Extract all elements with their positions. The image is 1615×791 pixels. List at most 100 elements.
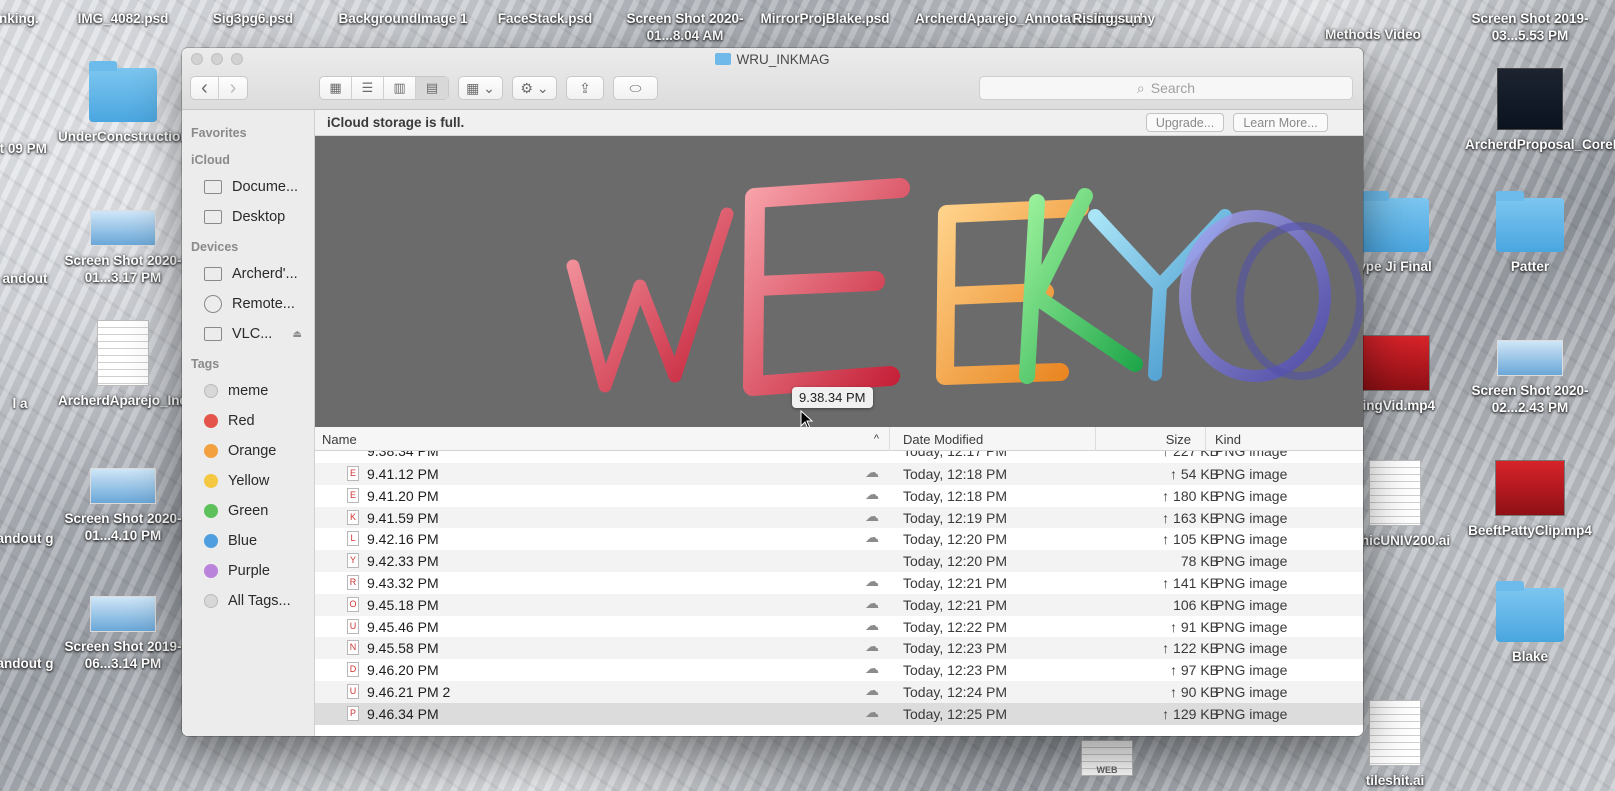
table-row[interactable]: N 9.45.58 PM ☁ Today, 12:23 PM ↑ 122 KB PNG i… bbox=[315, 637, 1363, 660]
group-by-button[interactable]: ▦ ⌄ bbox=[458, 76, 503, 100]
table-row[interactable]: E 9.41.20 PM ☁ Today, 12:18 PM ↑ 180 KB PNG i… bbox=[315, 485, 1363, 507]
date-modified-column-header[interactable]: Date Modified bbox=[896, 427, 1096, 451]
sidebar-item-computer[interactable]: Archerd'... bbox=[182, 259, 314, 289]
list-view-button[interactable]: ☰ bbox=[352, 77, 384, 99]
icloud-upload-icon: ☁ bbox=[865, 594, 879, 611]
file-kind: PNG image bbox=[1215, 662, 1288, 679]
edit-tags-button[interactable]: ⬭ bbox=[613, 76, 658, 100]
file-size: ↑ 163 KB bbox=[1162, 509, 1219, 526]
desktop-item[interactable]: IMG_4082.psd bbox=[58, 10, 188, 27]
desktop-item[interactable]: UnderConcstruction bbox=[58, 61, 189, 145]
sidebar-item-documents[interactable]: Docume... bbox=[182, 172, 314, 202]
file-kind: PNG image bbox=[1215, 509, 1288, 526]
table-row[interactable]: R 9.43.32 PM ☁ Today, 12:21 PM ↑ 141 KB PNG i… bbox=[315, 572, 1363, 594]
size-column-header[interactable]: Size bbox=[1096, 427, 1206, 451]
file-kind: PNG image bbox=[1215, 705, 1288, 722]
file-date: Today, 12:23 PM bbox=[903, 640, 1008, 657]
filename-tooltip: 9.38.34 PM bbox=[792, 387, 873, 408]
sidebar-tag-item[interactable]: All Tags... bbox=[182, 586, 314, 616]
file-name: 9.46.20 PM bbox=[367, 662, 439, 679]
file-size: ↑ 180 KB bbox=[1162, 487, 1219, 504]
file-thumbnail-icon: U bbox=[347, 683, 359, 699]
desktop-item[interactable]: BeeftPattyClip.mp4 bbox=[1465, 460, 1595, 539]
sidebar-tag-item[interactable]: Yellow bbox=[182, 466, 314, 496]
search-field[interactable]: ⌕ Search bbox=[979, 76, 1353, 100]
desktop-item[interactable]: ArcherdProposal_CoreIV.pdf bbox=[1465, 68, 1615, 153]
sidebar-item-desktop[interactable]: Desktop bbox=[182, 202, 314, 232]
table-row[interactable]: L 9.42.16 PM ☁ Today, 12:20 PM ↑ 105 KB PNG i… bbox=[315, 528, 1363, 550]
icon-view-button[interactable]: ▦ bbox=[320, 77, 352, 99]
eject-icon[interactable]: ⏏ bbox=[293, 329, 302, 340]
desktop-item[interactable]: Sig3pg6.psd bbox=[188, 10, 318, 27]
table-row[interactable]: K 9.41.59 PM ☁ Today, 12:19 PM ↑ 163 KB PNG i… bbox=[315, 506, 1363, 529]
share-button[interactable]: ⇪ bbox=[566, 76, 604, 100]
file-name: 9.38.34 PM bbox=[367, 451, 439, 459]
desktop-item[interactable]: Patter bbox=[1465, 191, 1595, 275]
back-button[interactable]: ‹ bbox=[191, 76, 220, 100]
desktop-item[interactable]: Rising sun bbox=[1042, 10, 1172, 27]
table-row[interactable]: D 9.46.20 PM ☁ Today, 12:23 PM ↑ 97 KB PNG im… bbox=[315, 659, 1363, 681]
desktop-item[interactable]: BackgroundImage 1 bbox=[338, 10, 468, 27]
sidebar-tag-label: Blue bbox=[228, 533, 258, 549]
disk-icon bbox=[204, 327, 222, 341]
file-name: 9.41.59 PM bbox=[367, 509, 439, 526]
sidebar-item-remote-disc[interactable]: Remote... bbox=[182, 289, 314, 319]
desktop-item[interactable]: ArcherdAparejo_InquiryProposal bbox=[58, 320, 270, 409]
desktop-item[interactable]: FaceStack.psd bbox=[480, 10, 610, 27]
desktop-item[interactable]: MirrorProjBlake.psd bbox=[760, 10, 890, 27]
desktop-item[interactable]: Screen Shot 2020-01...3.17 PM bbox=[58, 210, 188, 286]
table-row[interactable]: U 9.46.21 PM 2 ☁ Today, 12:24 PM ↑ 90 KB PNG … bbox=[315, 680, 1363, 703]
file-size: ↑ 141 KB bbox=[1162, 574, 1219, 591]
sidebar-item-label: Desktop bbox=[232, 209, 286, 225]
table-row[interactable]: E 9.41.12 PM ☁ Today, 12:18 PM ↑ 54 KB PNG im… bbox=[315, 463, 1363, 485]
file-kind: PNG image bbox=[1215, 451, 1288, 459]
name-column-header[interactable]: Name ^ bbox=[315, 427, 890, 451]
sidebar-item-vlc[interactable]: VLC... ⏏ bbox=[182, 319, 314, 349]
sidebar-tag-item[interactable]: Green bbox=[182, 496, 314, 526]
desktop-item[interactable]: Methods Video bbox=[1308, 26, 1438, 43]
search-placeholder: Search bbox=[1150, 80, 1196, 96]
size-column-label: Size bbox=[1165, 431, 1191, 447]
desktop-item-label: andout g bbox=[0, 656, 54, 671]
table-row[interactable]: 9.38.34 PM Today, 12:17 PM ↑ 227 KB PNG … bbox=[315, 451, 1363, 463]
learn-more-button[interactable]: Learn More... bbox=[1233, 113, 1328, 132]
sidebar-tag-item[interactable]: Blue bbox=[182, 526, 314, 556]
file-thumbnail-icon: P bbox=[347, 705, 359, 721]
table-row[interactable]: O 9.45.18 PM ☁ Today, 12:21 PM 106 KB PNG ima… bbox=[315, 593, 1363, 616]
table-row[interactable]: P 9.46.34 PM ☁ Today, 12:25 PM ↑ 129 KB PNG i… bbox=[315, 702, 1363, 725]
file-kind: PNG image bbox=[1215, 596, 1288, 613]
sidebar-tag-item[interactable]: Orange bbox=[182, 436, 314, 466]
desktop-item[interactable]: Screen Shot 2019-03...5.53 PM bbox=[1465, 10, 1595, 44]
desktop-item-label: Sig3pg6.psd bbox=[212, 11, 294, 26]
column-view-button[interactable]: ▥ bbox=[384, 77, 416, 99]
action-gear-button[interactable]: ⚙ ⌄ bbox=[512, 76, 557, 100]
sidebar-tag-item[interactable]: Purple bbox=[182, 556, 314, 586]
forward-button[interactable]: › bbox=[219, 77, 247, 100]
desktop-item-label: ArcherdProposal_CoreIV.pdf bbox=[1465, 137, 1615, 152]
desktop-icon bbox=[204, 210, 222, 224]
desktop-item[interactable]: WEB bbox=[1042, 740, 1172, 782]
gallery-view-button[interactable]: ▤ bbox=[416, 77, 448, 99]
desktop-item[interactable]: ArcherdAparejo_Annotate...liography bbox=[915, 10, 1155, 27]
file-thumbnail-icon: Y bbox=[347, 553, 359, 569]
file-size: ↑ 54 KB bbox=[1169, 466, 1219, 482]
desktop-item[interactable]: Blake bbox=[1465, 581, 1595, 665]
sidebar-item-label: Archerd'... bbox=[232, 266, 298, 282]
letter-k-shape bbox=[1019, 188, 1143, 384]
sidebar-section-devices: Devices bbox=[191, 240, 239, 254]
upgrade-button[interactable]: Upgrade... bbox=[1146, 113, 1224, 132]
table-row[interactable]: Y 9.42.33 PM Today, 12:20 PM 78 KB PNG image bbox=[315, 550, 1363, 572]
file-size: ↑ 129 KB bbox=[1162, 705, 1219, 722]
table-row[interactable]: U 9.45.46 PM ☁ Today, 12:22 PM ↑ 91 KB PNG im… bbox=[315, 616, 1363, 638]
desktop-item-label: IMG_4082.psd bbox=[77, 11, 169, 26]
icloud-upload-icon: ☁ bbox=[865, 485, 879, 502]
file-size: ↑ 97 KB bbox=[1169, 662, 1219, 679]
desktop-item[interactable]: Screen Shot 2020-02...2.43 PM bbox=[1465, 340, 1595, 416]
sidebar-tag-item[interactable]: meme bbox=[182, 376, 314, 406]
desktop-item[interactable]: Screen Shot 2019-06...3.14 PM bbox=[58, 596, 188, 672]
desktop-item[interactable]: Screen Shot 2020-01...4.10 PM bbox=[58, 468, 188, 544]
sidebar-tag-item[interactable]: Red bbox=[182, 406, 314, 436]
file-date: Today, 12:17 PM bbox=[903, 451, 1008, 459]
desktop-item[interactable]: Screen Shot 2020-01...8.04 AM bbox=[620, 10, 750, 44]
kind-column-header[interactable]: Kind bbox=[1208, 427, 1363, 451]
